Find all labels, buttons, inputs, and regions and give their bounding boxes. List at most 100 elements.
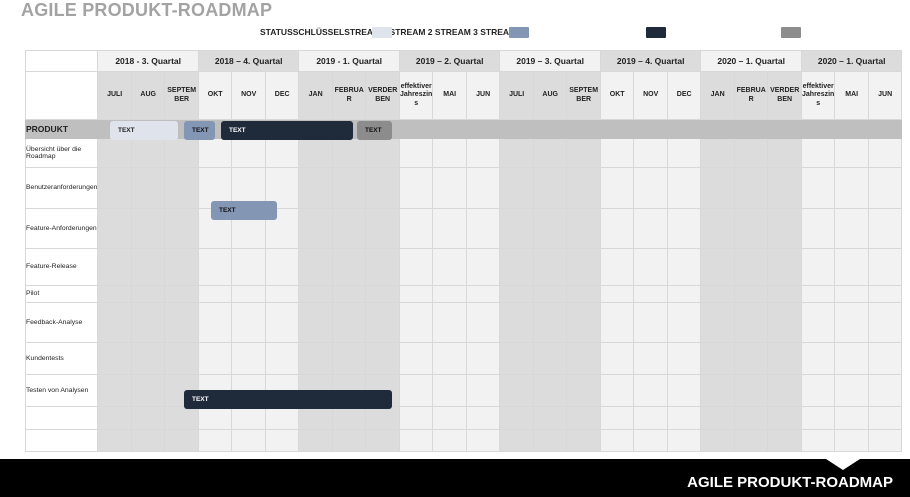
grid-cell[interactable] <box>432 302 467 343</box>
grid-cell[interactable] <box>264 248 300 286</box>
grid-cell[interactable] <box>164 248 199 286</box>
grid-cell[interactable] <box>834 208 869 249</box>
grid-cell[interactable] <box>733 429 769 452</box>
grid-cell[interactable] <box>767 248 802 286</box>
grid-cell[interactable] <box>666 429 702 452</box>
grid-cell[interactable] <box>264 342 300 375</box>
grid-cell[interactable] <box>130 138 166 168</box>
grid-cell[interactable] <box>566 248 601 286</box>
grid-cell[interactable] <box>499 167 534 209</box>
grid-cell[interactable] <box>767 167 802 209</box>
grid-cell[interactable] <box>566 208 601 249</box>
grid-cell[interactable] <box>733 167 769 209</box>
grid-cell[interactable] <box>97 342 132 375</box>
grid-cell[interactable] <box>532 342 568 375</box>
grid-cell[interactable] <box>365 429 400 452</box>
grid-cell[interactable] <box>465 406 501 430</box>
grid-cell[interactable] <box>700 342 735 375</box>
grid-cell[interactable] <box>264 302 300 343</box>
grid-cell[interactable] <box>398 406 434 430</box>
grid-cell[interactable] <box>465 167 501 209</box>
grid-cell[interactable] <box>566 342 601 375</box>
grid-cell[interactable] <box>867 138 903 168</box>
grid-cell[interactable] <box>130 285 166 303</box>
grid-cell[interactable] <box>633 342 668 375</box>
grid-cell[interactable] <box>465 429 501 452</box>
grid-cell[interactable] <box>231 302 266 343</box>
grid-cell[interactable] <box>298 248 333 286</box>
grid-cell[interactable] <box>767 302 802 343</box>
grid-cell[interactable] <box>566 167 601 209</box>
grid-cell[interactable] <box>834 248 869 286</box>
grid-cell[interactable] <box>432 167 467 209</box>
grid-cell[interactable] <box>700 167 735 209</box>
grid-cell[interactable] <box>666 208 702 249</box>
grid-cell[interactable] <box>499 374 534 407</box>
grid-cell[interactable] <box>97 406 132 430</box>
grid-cell[interactable] <box>733 208 769 249</box>
grid-cell[interactable] <box>499 138 534 168</box>
grid-cell[interactable] <box>733 374 769 407</box>
grid-cell[interactable] <box>800 167 836 209</box>
grid-cell[interactable] <box>331 138 367 168</box>
grid-cell[interactable] <box>365 167 400 209</box>
grid-cell[interactable] <box>767 342 802 375</box>
grid-cell[interactable] <box>465 248 501 286</box>
grid-cell[interactable] <box>867 406 903 430</box>
grid-cell[interactable] <box>666 342 702 375</box>
grid-cell[interactable] <box>800 374 836 407</box>
grid-cell[interactable] <box>599 138 635 168</box>
grid-cell[interactable] <box>197 342 233 375</box>
grid-cell[interactable] <box>834 429 869 452</box>
grid-cell[interactable] <box>432 248 467 286</box>
grid-cell[interactable] <box>834 374 869 407</box>
grid-cell[interactable] <box>264 429 300 452</box>
grid-cell[interactable] <box>97 208 132 249</box>
grid-cell[interactable] <box>767 285 802 303</box>
roadmap-bar[interactable]: TEXT <box>357 121 392 140</box>
grid-cell[interactable] <box>164 138 199 168</box>
grid-cell[interactable] <box>599 302 635 343</box>
grid-cell[interactable] <box>867 285 903 303</box>
grid-cell[interactable] <box>834 285 869 303</box>
grid-cell[interactable] <box>231 342 266 375</box>
grid-cell[interactable] <box>566 138 601 168</box>
grid-cell[interactable] <box>666 406 702 430</box>
grid-cell[interactable] <box>398 167 434 209</box>
grid-cell[interactable] <box>633 167 668 209</box>
grid-cell[interactable] <box>499 285 534 303</box>
grid-cell[interactable] <box>499 342 534 375</box>
grid-cell[interactable] <box>231 248 266 286</box>
grid-cell[interactable] <box>767 406 802 430</box>
grid-cell[interactable] <box>633 302 668 343</box>
grid-cell[interactable] <box>465 138 501 168</box>
grid-cell[interactable] <box>298 342 333 375</box>
grid-cell[interactable] <box>164 429 199 452</box>
grid-cell[interactable] <box>532 248 568 286</box>
grid-cell[interactable] <box>633 285 668 303</box>
grid-cell[interactable] <box>197 248 233 286</box>
grid-cell[interactable] <box>97 302 132 343</box>
grid-cell[interactable] <box>365 208 400 249</box>
grid-cell[interactable] <box>532 429 568 452</box>
grid-cell[interactable] <box>633 248 668 286</box>
grid-cell[interactable] <box>365 138 400 168</box>
grid-cell[interactable] <box>599 342 635 375</box>
grid-cell[interactable] <box>532 285 568 303</box>
grid-cell[interactable] <box>197 285 233 303</box>
grid-cell[interactable] <box>97 285 132 303</box>
grid-cell[interactable] <box>331 406 367 430</box>
grid-cell[interactable] <box>97 374 132 407</box>
grid-cell[interactable] <box>398 248 434 286</box>
grid-cell[interactable] <box>365 302 400 343</box>
grid-cell[interactable] <box>867 208 903 249</box>
roadmap-bar[interactable]: TEXT <box>184 390 392 409</box>
grid-cell[interactable] <box>800 406 836 430</box>
grid-cell[interactable] <box>733 248 769 286</box>
grid-cell[interactable] <box>666 138 702 168</box>
grid-cell[interactable] <box>365 285 400 303</box>
grid-cell[interactable] <box>834 342 869 375</box>
grid-cell[interactable] <box>599 374 635 407</box>
grid-cell[interactable] <box>700 374 735 407</box>
grid-cell[interactable] <box>231 138 266 168</box>
